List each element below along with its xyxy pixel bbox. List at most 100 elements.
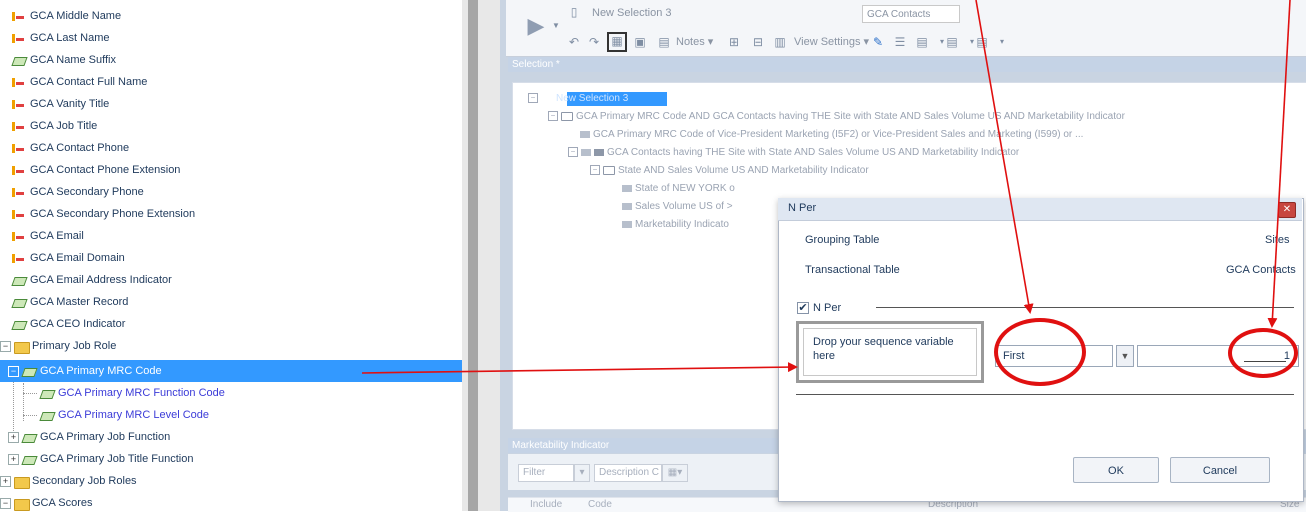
selection-node-label: Marketability Indicato bbox=[635, 219, 729, 230]
tree-item-gca-email[interactable]: GCA Email bbox=[12, 225, 84, 247]
grid-view-icon[interactable]: ▦ bbox=[607, 32, 627, 52]
folder-icon bbox=[14, 475, 30, 490]
tree-item-label: GCA Primary MRC Level Code bbox=[58, 409, 209, 421]
tree-item-gca-contact-full-name[interactable]: GCA Contact Full Name bbox=[12, 71, 147, 93]
panel-splitter[interactable] bbox=[462, 0, 500, 511]
chevron-down-icon[interactable]: ▼ bbox=[1116, 345, 1134, 367]
expand-icon[interactable]: + bbox=[8, 453, 19, 465]
tree-item-gca-vanity-title[interactable]: GCA Vanity Title bbox=[12, 93, 109, 115]
folder-icon bbox=[14, 340, 30, 355]
tree-item-gca-name-suffix[interactable]: GCA Name Suffix bbox=[12, 49, 116, 71]
tree-item-label: GCA Vanity Title bbox=[30, 98, 110, 110]
tree-item-gca-primary-mrc-code[interactable]: − GCA Primary MRC Code bbox=[0, 360, 462, 382]
chart-icon[interactable]: ▤ bbox=[974, 34, 990, 50]
column-include[interactable]: Include bbox=[530, 499, 562, 510]
filter-field[interactable]: Filter bbox=[518, 464, 574, 482]
undo-icon[interactable]: ↶ bbox=[566, 34, 582, 50]
collapse-icon[interactable]: − bbox=[528, 93, 538, 104]
tree-folder-secondary-job-roles[interactable]: + Secondary Job Roles bbox=[0, 470, 137, 492]
filter-options-icon[interactable]: ▦▾ bbox=[662, 464, 688, 482]
selection-node[interactable]: State of NEW YORK o bbox=[622, 182, 735, 196]
collapse-icon[interactable]: − bbox=[568, 147, 578, 158]
tree-item-gca-primary-mrc-level-code[interactable]: GCA Primary MRC Level Code bbox=[40, 404, 209, 426]
selection-node[interactable]: − GCA Primary MRC Code AND GCA Contacts h… bbox=[548, 110, 1125, 124]
selection-node[interactable]: Sales Volume US of > bbox=[622, 200, 733, 214]
code-icon bbox=[22, 365, 36, 377]
chart-icon[interactable]: ▤ bbox=[914, 34, 930, 50]
selection-node-label: State of NEW YORK o bbox=[635, 183, 735, 194]
tree-item-gca-contact-phone[interactable]: GCA Contact Phone bbox=[12, 137, 129, 159]
table-icon bbox=[622, 184, 632, 192]
level-icon[interactable]: ⊞ bbox=[726, 34, 742, 50]
tree-item-label: GCA Email bbox=[30, 230, 84, 242]
tree-item-gca-secondary-phone-extension[interactable]: GCA Secondary Phone Extension bbox=[12, 203, 195, 225]
tree-item-gca-email-domain[interactable]: GCA Email Domain bbox=[12, 247, 125, 269]
collapse-icon[interactable]: − bbox=[0, 497, 11, 509]
code-icon bbox=[40, 409, 54, 421]
table-name-field[interactable]: GCA Contacts bbox=[862, 5, 960, 23]
cancel-button[interactable]: Cancel bbox=[1170, 457, 1270, 483]
chevron-down-icon[interactable]: ▼ bbox=[548, 18, 564, 34]
view-settings-button[interactable]: View Settings ▾ bbox=[794, 32, 869, 52]
expand-icon[interactable]: + bbox=[8, 431, 19, 443]
tree-folder-primary-job-role[interactable]: − Primary Job Role bbox=[0, 335, 116, 357]
tree-item-gca-primary-job-title-function[interactable]: + GCA Primary Job Title Function bbox=[8, 448, 193, 470]
tree-item-gca-middle-name[interactable]: GCA Middle Name bbox=[12, 5, 121, 27]
collapse-icon[interactable]: − bbox=[0, 340, 11, 352]
notes-icon[interactable]: ▤ bbox=[656, 34, 672, 50]
columns-icon[interactable]: ▥ bbox=[772, 34, 788, 50]
list-icon[interactable]: ☰ bbox=[892, 34, 908, 50]
tree-item-label: GCA Last Name bbox=[30, 32, 110, 44]
selection-icon bbox=[603, 165, 615, 175]
tree-item-gca-ceo-indicator[interactable]: GCA CEO Indicator bbox=[12, 313, 125, 335]
collapse-icon[interactable]: − bbox=[548, 111, 558, 122]
close-icon[interactable]: ✕ bbox=[1278, 202, 1296, 218]
selection-node[interactable]: Marketability Indicato bbox=[622, 218, 729, 232]
selection-root[interactable]: − New Selection 3 bbox=[528, 92, 628, 106]
expand-icon[interactable]: + bbox=[0, 475, 11, 487]
tree-item-gca-primary-job-function[interactable]: + GCA Primary Job Function bbox=[8, 426, 170, 448]
transactional-table-value: GCA Contacts bbox=[1226, 264, 1296, 276]
tree-item-gca-last-name[interactable]: GCA Last Name bbox=[12, 27, 109, 49]
selection-node[interactable]: GCA Primary MRC Code of Vice-President M… bbox=[580, 128, 1083, 142]
tree-item-gca-email-address-indicator[interactable]: GCA Email Address Indicator bbox=[12, 269, 172, 291]
tree-item-label: GCA Scores bbox=[32, 497, 93, 509]
tree-item-gca-job-title[interactable]: GCA Job Title bbox=[12, 115, 97, 137]
chevron-down-icon[interactable]: ▾ bbox=[574, 464, 590, 482]
selection-root-label: New Selection 3 bbox=[556, 93, 629, 104]
chevron-down-icon[interactable]: ▾ bbox=[994, 34, 1010, 50]
view-settings-label: View Settings bbox=[794, 36, 861, 48]
splitter-bar[interactable] bbox=[468, 0, 478, 511]
column-code[interactable]: Code bbox=[588, 499, 612, 510]
save-icon[interactable]: ▣ bbox=[632, 34, 648, 50]
selection-node[interactable]: − GCA Contacts having THE Site with State… bbox=[568, 146, 1019, 160]
tree-item-gca-master-record[interactable]: GCA Master Record bbox=[12, 291, 128, 313]
group-box-line bbox=[796, 394, 1294, 395]
tree-item-gca-secondary-phone[interactable]: GCA Secondary Phone bbox=[12, 181, 144, 203]
n-per-checkbox[interactable]: ✔ bbox=[797, 302, 809, 314]
chart-icon[interactable]: ▤ bbox=[944, 34, 960, 50]
level-icon[interactable]: ⊟ bbox=[750, 34, 766, 50]
tree-item-label: GCA Contact Full Name bbox=[30, 76, 148, 88]
grouping-table-value: Sites bbox=[1265, 234, 1290, 246]
ok-button[interactable]: OK bbox=[1073, 457, 1159, 483]
collapse-icon[interactable]: − bbox=[590, 165, 600, 176]
tree-item-label: GCA Middle Name bbox=[30, 10, 122, 22]
n-per-checkbox-label[interactable]: N Per bbox=[813, 302, 841, 314]
wrench-icon[interactable]: ✎ bbox=[870, 34, 886, 50]
tree-item-label: GCA Contact Phone bbox=[30, 142, 130, 154]
field-icon bbox=[12, 208, 26, 220]
notes-button[interactable]: Notes ▾ bbox=[676, 32, 713, 52]
dialog-title-bar[interactable]: N Per ✕ bbox=[778, 198, 1302, 221]
tree-item-gca-primary-mrc-function-code[interactable]: GCA Primary MRC Function Code bbox=[40, 382, 225, 404]
collapse-icon[interactable]: − bbox=[8, 365, 19, 377]
play-icon[interactable]: ▶ bbox=[526, 14, 546, 38]
selection-node[interactable]: − State AND Sales Volume US AND Marketabi… bbox=[590, 164, 869, 178]
field-icon bbox=[12, 10, 26, 22]
sequence-drop-zone[interactable]: Drop your sequence variable here bbox=[796, 321, 984, 383]
tree-item-label: GCA Primary MRC Function Code bbox=[58, 387, 225, 399]
redo-icon[interactable]: ↷ bbox=[586, 34, 602, 50]
tree-item-gca-contact-phone-extension[interactable]: GCA Contact Phone Extension bbox=[12, 159, 180, 181]
description-field[interactable]: Description C bbox=[594, 464, 662, 482]
tree-item-label: Secondary Job Roles bbox=[32, 475, 137, 487]
